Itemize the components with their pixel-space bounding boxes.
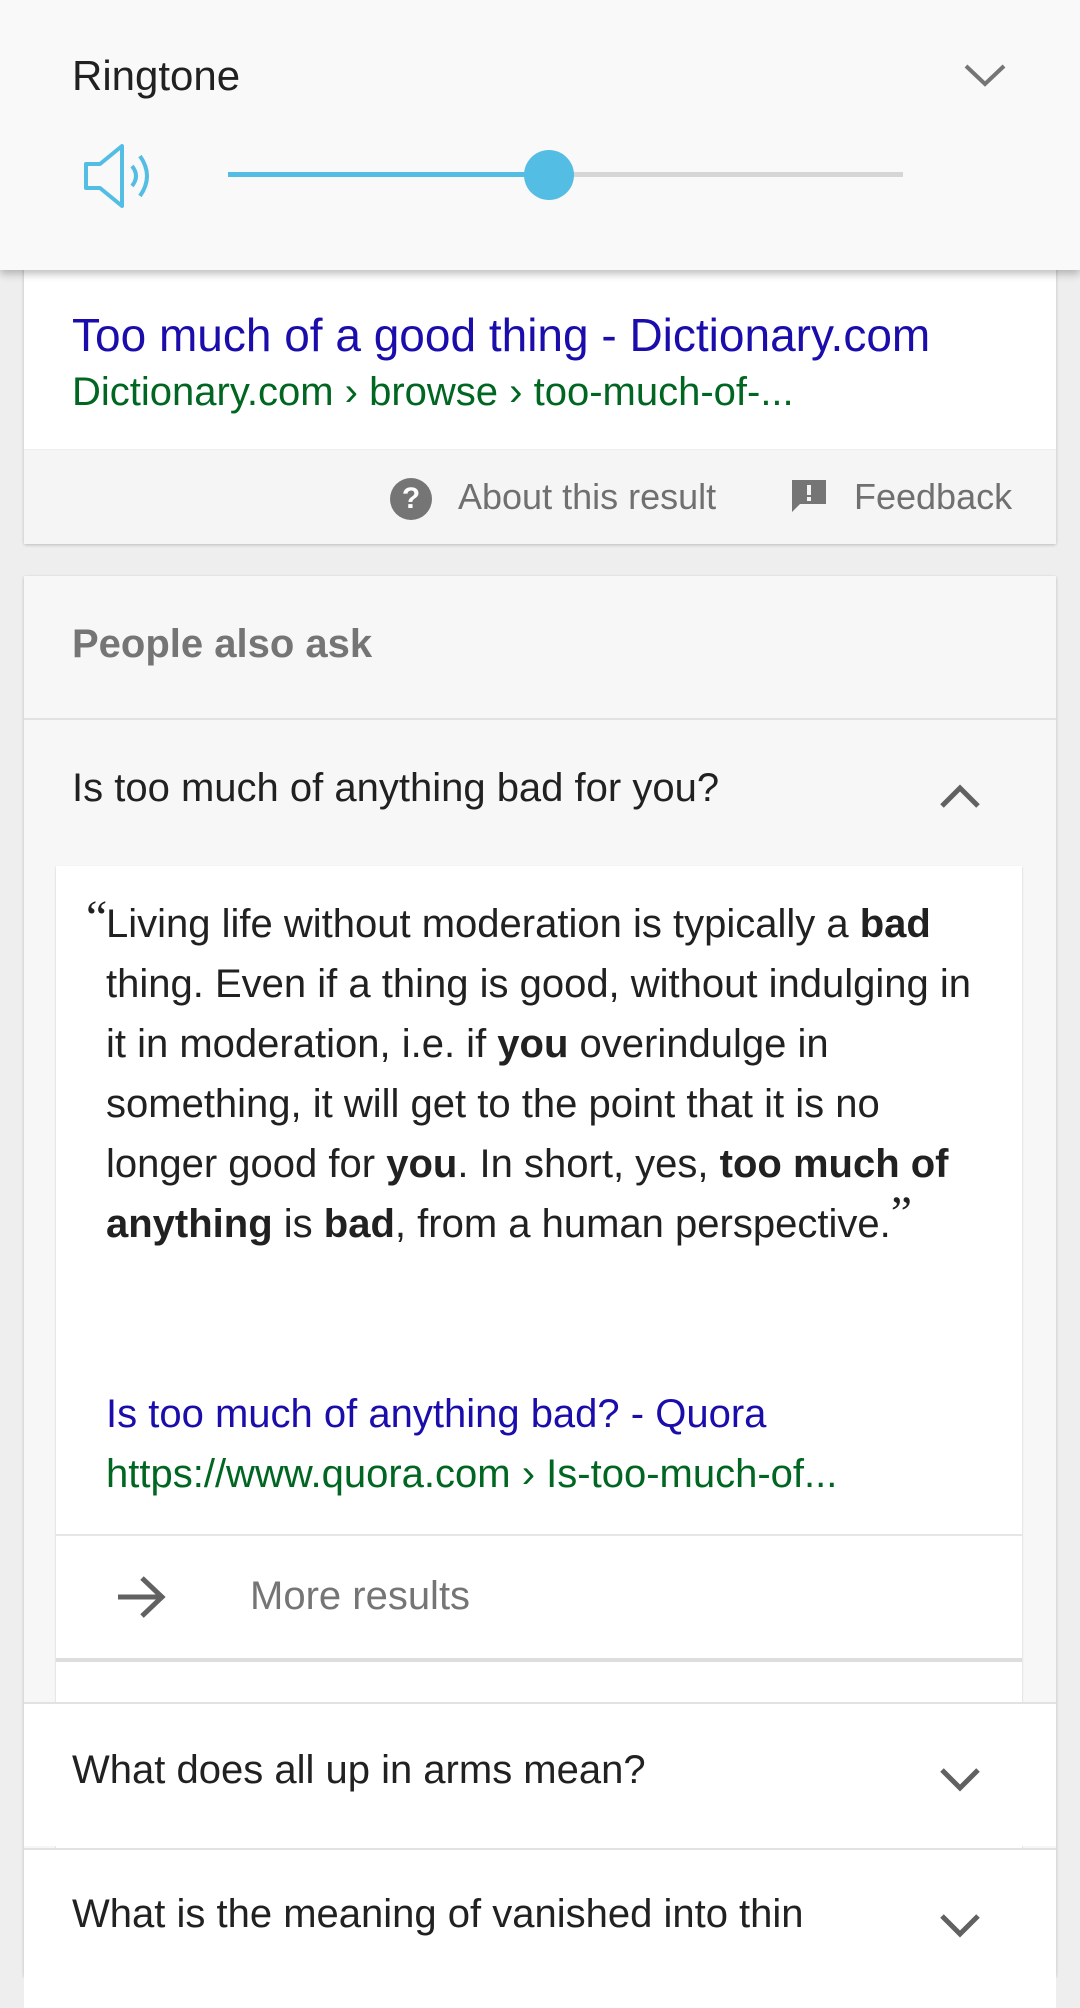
result-footer: ? About this result Feedback [24,449,1056,544]
volume-stream-title: Ringtone [72,52,241,99]
slider-thumb[interactable] [523,150,574,200]
more-results-button[interactable]: More results [56,1534,1022,1662]
paa-question-row[interactable]: What is the meaning of vanished into thi… [24,1848,1056,2008]
result-title-link[interactable]: Too much of a good thing - Dictionary.co… [72,308,930,362]
chevron-up-icon[interactable] [938,782,982,810]
feedback-link[interactable]: Feedback [854,476,1012,518]
answer-snippet: “Living life without moderation is typic… [86,891,986,1254]
about-result-link[interactable]: About this result [458,476,716,518]
close-quote-mark: ” [890,1187,913,1240]
paa-question-3[interactable]: What is the meaning of vanished into thi… [72,1892,804,1937]
feedback-icon[interactable] [790,478,828,514]
arrow-right-icon [118,1576,166,1618]
open-quote-mark: “ [86,891,108,944]
volume-panel: Ringtone [0,0,1080,270]
divider [24,1848,1056,1850]
paa-heading: People also ask [72,622,373,666]
answer-source-url[interactable]: https://www.quora.com › Is-too-much-of..… [106,1452,837,1497]
more-results-label: More results [250,1574,471,1618]
result-url[interactable]: Dictionary.com › browse › too-much-of-..… [72,370,794,415]
answer-source-link[interactable]: Is too much of anything bad? - Quora [106,1392,766,1437]
chevron-down-icon[interactable] [960,60,1010,90]
paa-question-1[interactable]: Is too much of anything bad for you? [72,766,719,811]
divider [24,718,1056,720]
divider [24,1702,1056,1704]
help-icon[interactable]: ? [390,478,432,520]
paa-question-2[interactable]: What does all up in arms mean? [72,1748,646,1793]
volume-slider[interactable] [228,150,903,200]
paa-question-row[interactable]: What does all up in arms mean? [24,1702,1056,1846]
speaker-icon[interactable] [82,140,158,212]
chevron-down-icon[interactable] [938,1912,982,1940]
slider-fill [228,172,549,177]
people-also-ask-card: People also ask Is too much of anything … [24,576,1056,2008]
chevron-down-icon[interactable] [938,1766,982,1794]
